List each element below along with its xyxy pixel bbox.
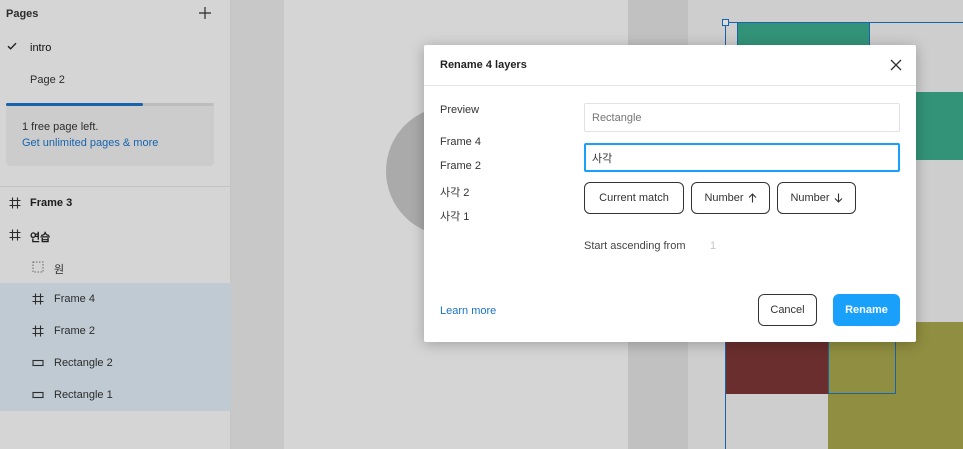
modal-title: Rename 4 layers: [440, 59, 527, 71]
number-descending-label: Number: [790, 192, 830, 204]
rename-input[interactable]: [584, 143, 900, 172]
learn-more-link[interactable]: Learn more: [440, 305, 496, 317]
close-icon[interactable]: [889, 58, 903, 72]
preview-item: 사각 1: [440, 211, 470, 223]
number-ascending-label: Number: [704, 192, 744, 204]
preview-item: Frame 2: [440, 160, 481, 172]
preview-item: Frame 4: [440, 136, 481, 148]
preview-item: 사각 2: [440, 187, 470, 199]
number-ascending-button[interactable]: Number: [691, 182, 770, 214]
number-descending-button[interactable]: Number: [777, 182, 856, 214]
preview-label: Preview: [440, 104, 480, 116]
start-ascending-label: Start ascending from: [584, 240, 686, 252]
match-input[interactable]: [584, 103, 900, 132]
arrow-up-icon: [748, 193, 756, 203]
rename-button[interactable]: Rename: [833, 294, 900, 326]
start-ascending-value[interactable]: 1: [710, 240, 716, 252]
modal-header-divider: [424, 85, 916, 86]
arrow-down-icon: [834, 193, 842, 203]
cancel-button[interactable]: Cancel: [758, 294, 817, 326]
rename-layers-modal: Rename 4 layers Preview Frame 4 Frame 2 …: [424, 45, 916, 342]
current-match-button[interactable]: Current match: [584, 182, 684, 214]
current-match-label: Current match: [599, 192, 669, 204]
